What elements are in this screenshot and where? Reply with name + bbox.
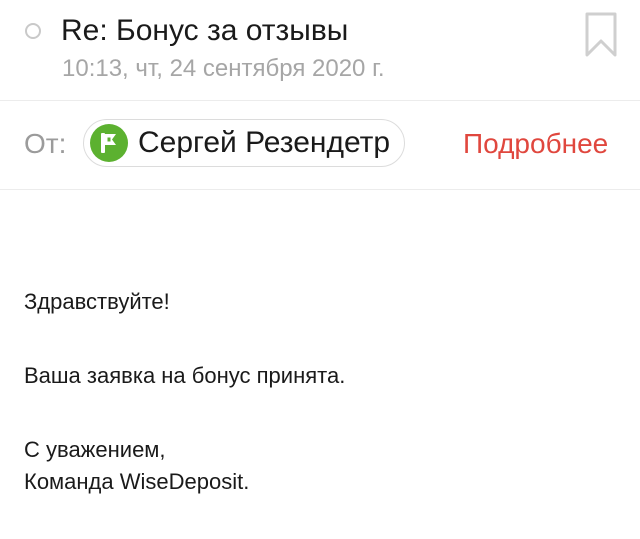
sender-name: Сергей Резендетр <box>138 126 391 159</box>
sender-row: От: Сергей Резендетр Подробнее <box>0 101 640 190</box>
from-label: От: <box>24 128 67 159</box>
message-line: Ваша заявка на бонус принята. <box>24 363 346 388</box>
message-body: Здравствуйте! Ваша заявка на бонус приня… <box>24 286 345 498</box>
unread-indicator[interactable] <box>25 23 41 39</box>
message-closing: С уважением, <box>24 437 166 462</box>
email-date: 10:13, чт, 24 сентября 2020 г. <box>62 55 385 82</box>
email-header: Re: Бонус за отзывы 10:13, чт, 24 сентяб… <box>0 0 640 101</box>
bookmark-icon[interactable] <box>585 12 617 58</box>
sender-avatar <box>90 124 128 162</box>
sender-chip[interactable]: Сергей Резендетр <box>83 119 406 167</box>
details-link[interactable]: Подробнее <box>463 125 608 163</box>
message-signature: Команда WiseDeposit. <box>24 469 250 494</box>
email-view: Re: Бонус за отзывы 10:13, чт, 24 сентяб… <box>0 0 640 539</box>
message-greeting: Здравствуйте! <box>24 289 170 314</box>
email-subject: Re: Бонус за отзывы <box>61 14 349 47</box>
flag-icon <box>101 133 116 153</box>
